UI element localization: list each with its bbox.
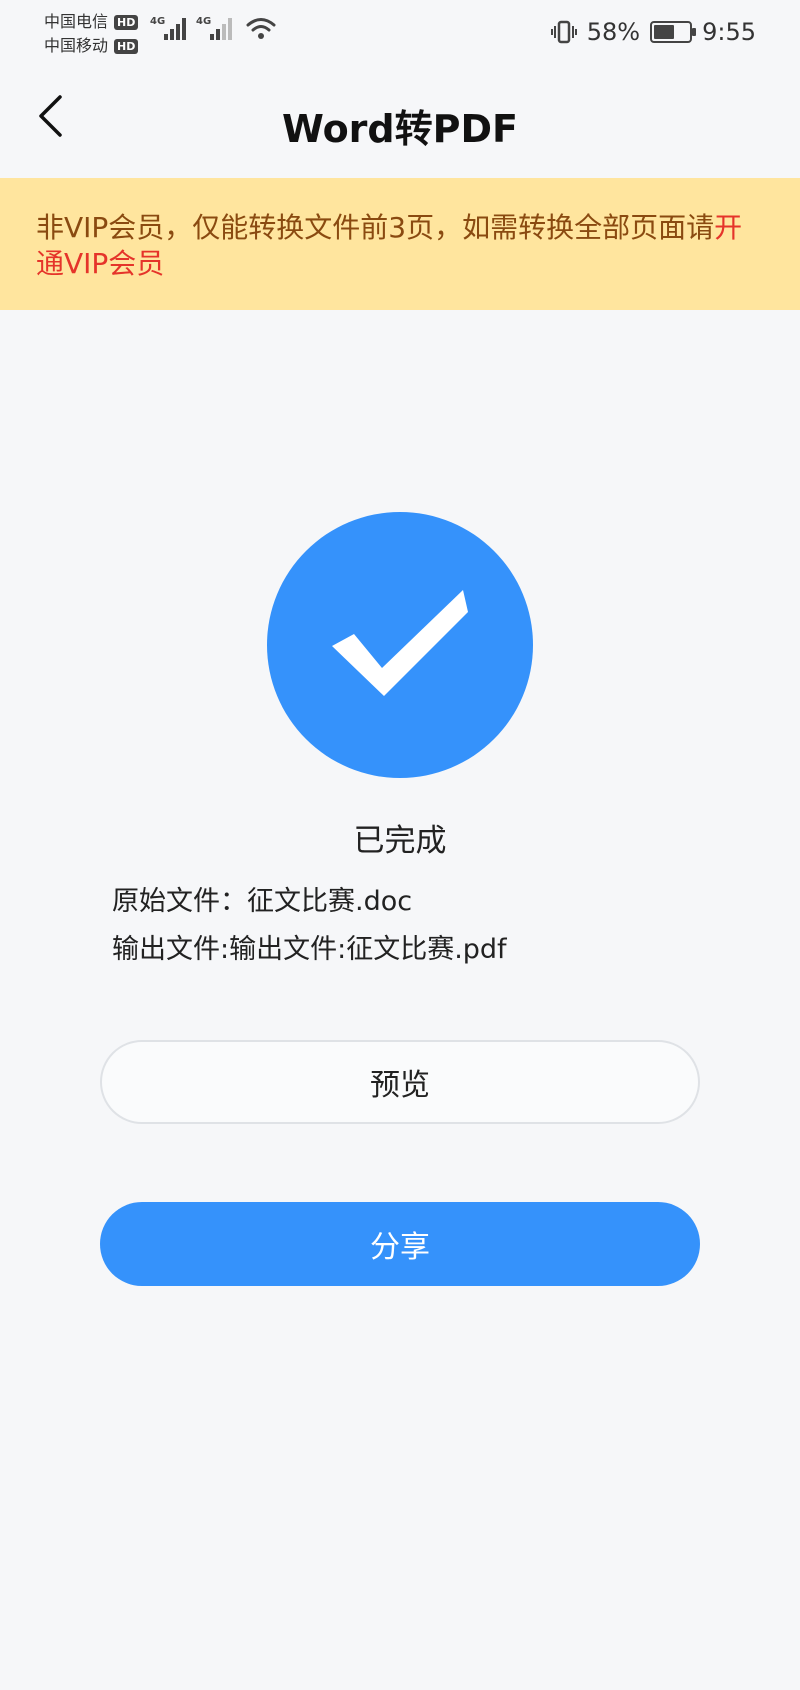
hd-badge-2: HD — [114, 38, 139, 54]
clock: 9:55 — [702, 18, 756, 46]
original-file-label: 原始文件：征文比赛.doc — [112, 886, 413, 917]
battery-icon — [650, 21, 697, 43]
page-title: Word转PDF — [282, 107, 518, 151]
network-type-1: 4G — [150, 16, 166, 27]
signal-bars-icon — [210, 18, 232, 40]
vip-notice-text: 非VIP会员，仅能转换文件前3页，如需转换全部页面请 — [36, 211, 715, 244]
status-right: 58% 9:55 — [550, 18, 756, 46]
battery-percent: 58% — [586, 18, 641, 46]
carrier-1-label: 中国电信 — [44, 12, 109, 31]
header: Word转PDF — [0, 64, 800, 178]
share-button[interactable]: 分享 — [100, 1202, 700, 1286]
success-badge — [267, 512, 533, 778]
status-bar: 中国电信 HD 中国移动 HD 4G 4G 58% 9:55 — [0, 0, 800, 64]
wifi-icon — [246, 18, 276, 39]
battery-fill — [654, 25, 674, 39]
file-info: 原始文件：征文比赛.doc 输出文件:输出文件:征文比赛.pdf — [112, 878, 507, 974]
network-type-2: 4G — [196, 16, 212, 27]
carrier-info: 中国电信 HD 中国移动 HD — [44, 10, 139, 58]
output-file-label: 输出文件:输出文件:征文比赛.pdf — [112, 934, 507, 965]
hd-badge-1: HD — [114, 14, 139, 30]
vip-notice-banner: 非VIP会员，仅能转换文件前3页，如需转换全部页面请开通VIP会员 — [0, 178, 800, 310]
signal-indicators: 4G 4G — [150, 16, 276, 40]
check-icon — [332, 590, 468, 696]
status-label: 已完成 — [353, 823, 447, 859]
signal-2: 4G — [196, 16, 232, 40]
vibrate-icon — [550, 20, 577, 44]
signal-bars-icon — [164, 18, 186, 40]
carrier-2-label: 中国移动 — [44, 36, 109, 55]
preview-button[interactable]: 预览 — [100, 1040, 700, 1124]
signal-1: 4G — [150, 16, 186, 40]
